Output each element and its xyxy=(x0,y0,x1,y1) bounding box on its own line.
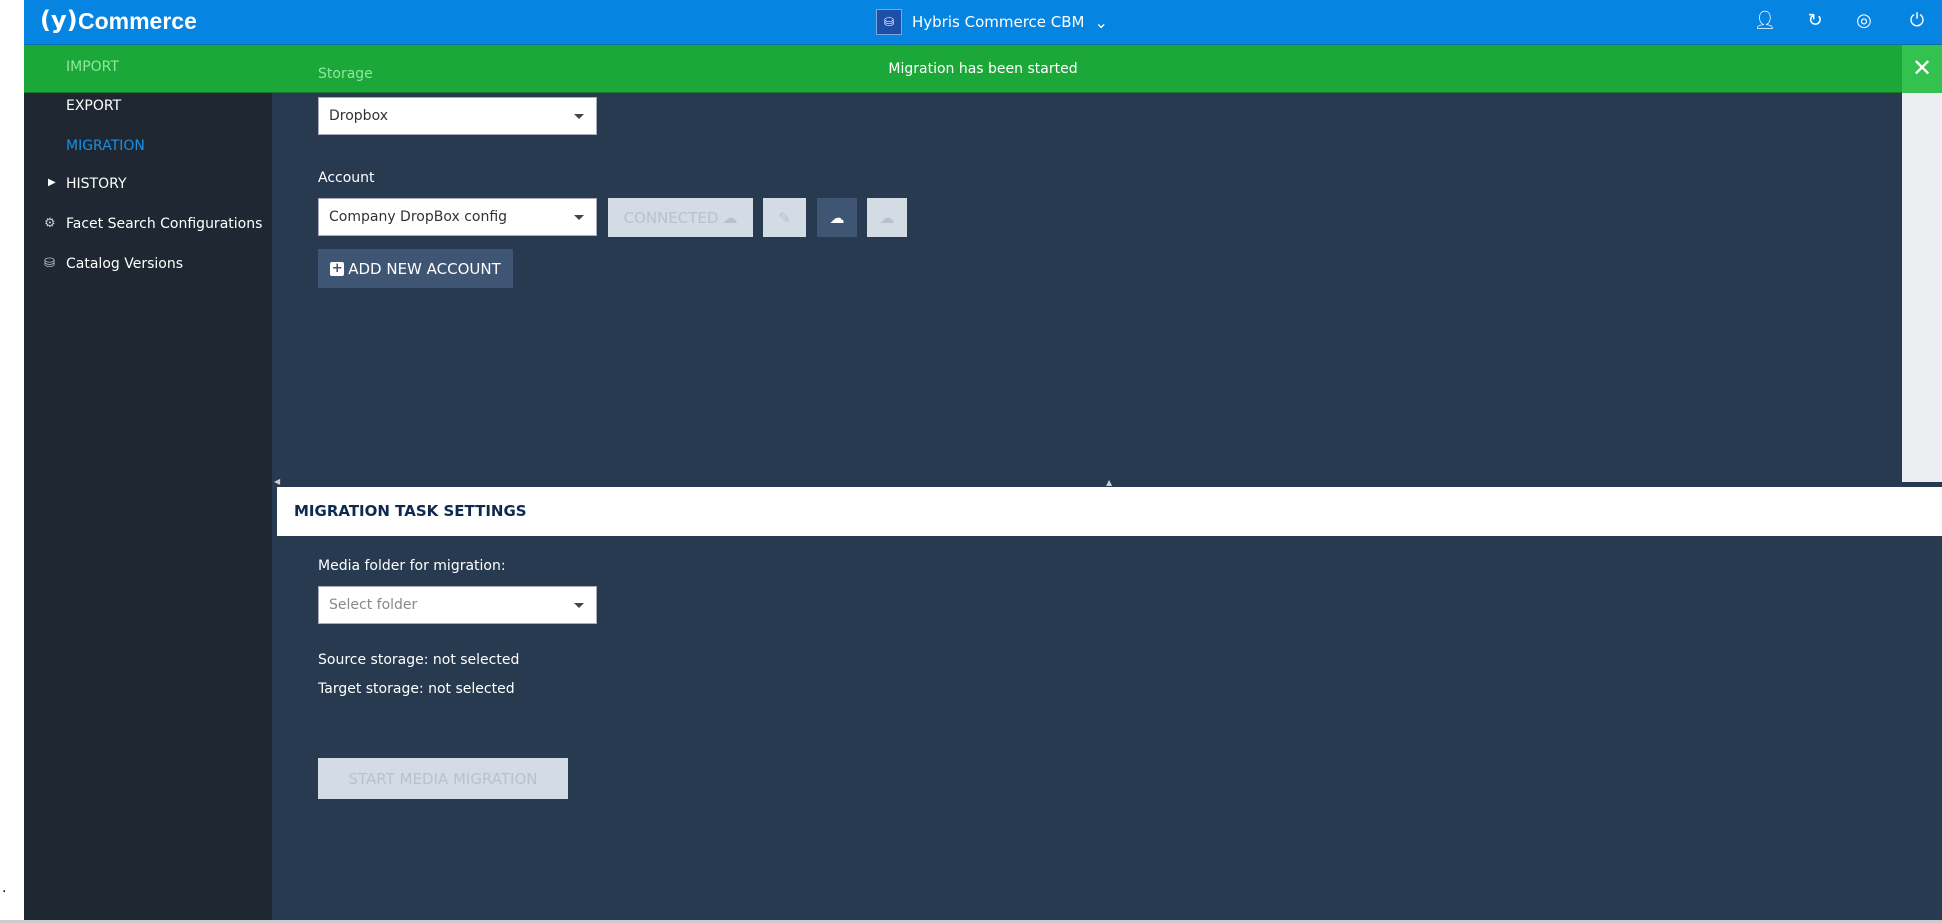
caret-right-icon: ▶ xyxy=(48,177,56,188)
storage-value: Dropbox xyxy=(329,108,388,124)
sidebar: IMPORT EXPORT MIGRATION ▶ HISTORY ⚙ Face… xyxy=(24,45,272,920)
connected-label: CONNECTED xyxy=(623,208,719,227)
tenant-name: Hybris Commerce CBM xyxy=(912,13,1085,31)
database-icon: ⛁ xyxy=(876,9,902,35)
brand-name: Commerce xyxy=(78,8,197,34)
caret-down-icon xyxy=(574,215,584,220)
start-media-migration-button[interactable]: START MEDIA MIGRATION xyxy=(318,758,568,799)
sync-icon[interactable]: ↻ xyxy=(1803,10,1827,34)
collapse-up-icon[interactable]: ▲ xyxy=(1106,478,1112,487)
cloud-off-button[interactable]: ☁ xyxy=(867,198,907,237)
success-toast: Migration has been started xyxy=(24,45,1942,93)
connected-button[interactable]: CONNECTED ☁ xyxy=(608,198,753,237)
sidebar-item-export[interactable]: EXPORT xyxy=(66,98,121,114)
account-value: Company DropBox config xyxy=(329,209,508,225)
close-icon[interactable]: ✕ xyxy=(1902,45,1942,93)
globe-icon[interactable]: ◎ xyxy=(1852,10,1876,34)
chevron-down-icon: ⌄ xyxy=(1094,12,1108,32)
media-folder-select[interactable]: Select folder xyxy=(318,586,597,624)
plus-icon: + xyxy=(330,260,345,276)
sidebar-item-import[interactable]: IMPORT xyxy=(66,59,119,75)
dot-icon: · xyxy=(2,884,7,900)
disconnect-button[interactable]: ☁ xyxy=(817,198,857,237)
caret-down-icon xyxy=(574,114,584,119)
folder-placeholder: Select folder xyxy=(329,597,418,613)
side-panel xyxy=(1902,93,1942,482)
sidebar-item-catalog-versions[interactable]: Catalog Versions xyxy=(66,256,183,272)
caret-down-icon xyxy=(574,603,584,608)
facet-config-icon: ⚙ xyxy=(44,216,56,231)
account-select[interactable]: Company DropBox config xyxy=(318,198,597,236)
tenant-selector[interactable]: ⛁ Hybris Commerce CBM ⌄ xyxy=(876,9,1108,35)
cloud-add-icon: ☁ xyxy=(722,208,738,227)
toast-message: Migration has been started xyxy=(888,60,1078,77)
storage-label: Storage xyxy=(318,66,373,82)
sidebar-item-facet-search[interactable]: Facet Search Configurations xyxy=(66,216,262,232)
section-header: MIGRATION TASK SETTINGS xyxy=(277,487,1942,536)
logo: (y) xyxy=(40,6,78,34)
target-storage-text: Target storage: not selected xyxy=(318,681,515,697)
account-label: Account xyxy=(318,170,375,186)
storage-select[interactable]: Dropbox xyxy=(318,97,597,135)
source-storage-text: Source storage: not selected xyxy=(318,652,520,668)
catalog-icon: ⛁ xyxy=(44,256,55,271)
add-new-account-button[interactable]: + ADD NEW ACCOUNT xyxy=(318,249,513,288)
sidebar-item-history[interactable]: HISTORY xyxy=(66,176,127,192)
collapse-left-icon[interactable]: ◀ xyxy=(274,477,280,486)
media-folder-label: Media folder for migration: xyxy=(318,558,506,574)
cloud-off-icon: ☁ xyxy=(879,208,895,227)
power-icon[interactable]: ⏻ xyxy=(1905,10,1929,34)
start-label: START MEDIA MIGRATION xyxy=(348,769,538,788)
user-icon[interactable]: 👤︎ xyxy=(1753,10,1777,34)
edit-button[interactable]: ✎ xyxy=(763,198,806,237)
sidebar-item-migration[interactable]: MIGRATION xyxy=(66,138,145,154)
cloud-minus-icon: ☁ xyxy=(829,208,845,227)
add-account-label: ADD NEW ACCOUNT xyxy=(348,259,501,278)
top-header: (y) Commerce ⛁ Hybris Commerce CBM ⌄ 👤︎ … xyxy=(24,0,1942,45)
pencil-icon: ✎ xyxy=(778,208,791,227)
